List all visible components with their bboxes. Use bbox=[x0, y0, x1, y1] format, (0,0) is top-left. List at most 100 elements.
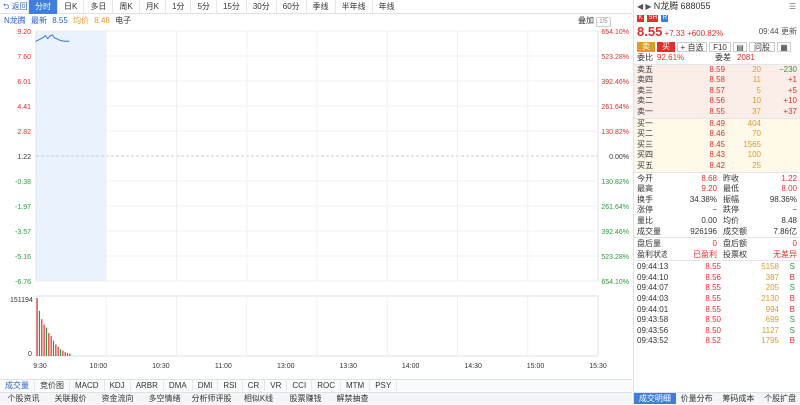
back-arrow-icon: ⮌ bbox=[3, 1, 10, 11]
tab-0[interactable]: 分时 bbox=[28, 0, 57, 14]
indicator-tab-8[interactable]: CR bbox=[243, 380, 266, 391]
buy_orders-row-4[interactable]: 买五 8.42 25 bbox=[634, 161, 800, 172]
sell_orders-price: 8.55 bbox=[709, 106, 725, 116]
overlay-tag: 1/5 bbox=[596, 17, 611, 27]
tab-4[interactable]: 月K bbox=[138, 0, 165, 14]
sell-button[interactable]: 卖 bbox=[637, 41, 655, 52]
left-axis-label-0: 9.20 bbox=[17, 29, 31, 36]
tab-12[interactable]: 年线 bbox=[371, 0, 401, 14]
tab-1[interactable]: 日K bbox=[57, 0, 83, 14]
bottom-tab-5[interactable]: 相似K线 bbox=[235, 393, 282, 404]
indicator-tab-0[interactable]: 成交量 bbox=[0, 380, 35, 391]
left-axis-label-8: -3.57 bbox=[15, 229, 31, 236]
indicator-tab-12[interactable]: MTM bbox=[341, 380, 371, 391]
tick-row-5: 09:43:58 8.50 699 S bbox=[634, 315, 800, 326]
grid-icon[interactable]: ▦ bbox=[777, 41, 791, 52]
price-point-12 bbox=[63, 40, 65, 42]
bottom-tab-4[interactable]: 分析师评股 bbox=[188, 393, 235, 404]
panel-tab-2[interactable]: 筹码成本 bbox=[718, 393, 760, 404]
stock-title: N龙腾 bbox=[653, 1, 679, 11]
after-label-1: 盘后量 bbox=[637, 239, 661, 249]
tab-8[interactable]: 30分 bbox=[245, 0, 276, 14]
indicator-tab-11[interactable]: ROC bbox=[312, 380, 341, 391]
buy_orders-row-2[interactable]: 买三 8.45 1565 bbox=[634, 140, 800, 151]
sell_orders-label: 卖三 bbox=[637, 85, 653, 95]
buy_orders-row-1[interactable]: 买二 8.46 70 bbox=[634, 129, 800, 140]
panel-tab-0[interactable]: 成交明细 bbox=[634, 393, 676, 404]
volume-chart[interactable]: 151194 09:30 10:00 10:30 11:00 13:00 13:30 14:0… bbox=[0, 290, 632, 370]
bottom-tab-6[interactable]: 股票赚钱 bbox=[282, 393, 329, 404]
tab-7[interactable]: 15分 bbox=[215, 0, 246, 14]
stats-value-1: − bbox=[712, 205, 717, 215]
stats-value-1: 0.00 bbox=[701, 215, 717, 225]
sell_orders-row-1[interactable]: 卖四 8.58 11 +1 bbox=[634, 75, 800, 86]
watchlist-button[interactable]: + 自选 bbox=[677, 41, 707, 52]
indicator-tab-2[interactable]: MACD bbox=[70, 380, 105, 391]
tab-3[interactable]: 周K bbox=[112, 0, 138, 14]
indicator-tab-9[interactable]: VR bbox=[265, 380, 288, 391]
tab-5[interactable]: 1分 bbox=[165, 0, 190, 14]
stats-value-2: 98.36% bbox=[769, 194, 797, 204]
after-label-1: 盈利状态 bbox=[637, 249, 667, 259]
buy-button[interactable]: 买 bbox=[657, 41, 675, 52]
indicator-tab-6[interactable]: DMI bbox=[193, 380, 219, 391]
time-label-2: 10:30 bbox=[152, 363, 170, 370]
sell_orders-row-4[interactable]: 卖一 8.55 37 +37 bbox=[634, 107, 800, 118]
next-stock-icon[interactable]: ▶ bbox=[645, 2, 651, 11]
stats-row-1: 最高 9.20 最低 8.00 bbox=[634, 184, 800, 195]
bottom-tab-1[interactable]: 关联报价 bbox=[47, 393, 94, 404]
price-point-4 bbox=[44, 35, 46, 37]
stats-value-2: 7.86亿 bbox=[773, 226, 797, 236]
bottom-tab-7[interactable]: 解禁抽查 bbox=[329, 393, 376, 404]
indicator-tab-7[interactable]: RSI bbox=[218, 380, 243, 391]
volume-bar-13 bbox=[66, 352, 69, 356]
left-axis-label-1: 7.60 bbox=[17, 54, 31, 61]
indicator-tab-10[interactable]: CCI bbox=[287, 380, 313, 391]
tick-time: 09:43:56 bbox=[637, 325, 669, 335]
right-axis-label-0: 654.10% bbox=[601, 29, 629, 36]
tab-2[interactable]: 多日 bbox=[83, 0, 112, 14]
tab-6[interactable]: 5分 bbox=[190, 0, 215, 14]
buy_orders-row-3[interactable]: 买四 8.43 100 bbox=[634, 150, 800, 161]
time-label-6: 14:00 bbox=[402, 363, 420, 370]
indicator-tab-13[interactable]: PSY bbox=[370, 380, 398, 391]
buy_orders-price: 8.49 bbox=[709, 118, 725, 128]
tab-10[interactable]: 季线 bbox=[305, 0, 335, 14]
bottom-tab-2[interactable]: 资金流向 bbox=[94, 393, 141, 404]
sell_orders-row-2[interactable]: 卖三 8.57 5 +5 bbox=[634, 86, 800, 97]
sell_orders-row-3[interactable]: 卖二 8.56 10 +10 bbox=[634, 96, 800, 107]
bottom-tab-0[interactable]: 个股资讯 bbox=[0, 393, 47, 404]
tab-9[interactable]: 60分 bbox=[275, 0, 306, 14]
tick-row-1: 09:44:10 8.56 387 B bbox=[634, 273, 800, 284]
indicator-tab-5[interactable]: DMA bbox=[164, 380, 193, 391]
avg-value: 8.48 bbox=[94, 16, 110, 25]
more-icon[interactable]: ☰ bbox=[789, 0, 796, 13]
indicator-tab-4[interactable]: ARBR bbox=[131, 380, 164, 391]
f10-button[interactable]: F10 bbox=[709, 41, 731, 52]
tick-direction: S bbox=[789, 262, 795, 272]
after-value-1: 已盈利 bbox=[693, 249, 717, 259]
buy_orders-row-0[interactable]: 买一 8.49 404 bbox=[634, 119, 800, 130]
stats-row-3: 涨停 − 跌停 − bbox=[634, 205, 800, 216]
indicator-tab-1[interactable]: 竞价图 bbox=[35, 380, 70, 391]
right-axis-label-10: 654.10% bbox=[601, 279, 629, 285]
panel-tab-1[interactable]: 价量分布 bbox=[676, 393, 718, 404]
buy_orders-chg bbox=[761, 140, 797, 151]
ask-button[interactable]: 问股 bbox=[749, 41, 775, 52]
volume-bar-9 bbox=[57, 346, 59, 356]
prev-stock-icon[interactable]: ◀ bbox=[637, 2, 643, 11]
back-button[interactable]: ⮌ 返回 bbox=[0, 0, 28, 14]
sell_orders-row-0[interactable]: 卖五 8.59 20 −230 bbox=[634, 65, 800, 76]
stats-value-2: 1.22 bbox=[781, 173, 797, 183]
tab-11[interactable]: 半年线 bbox=[334, 0, 372, 14]
price-chart[interactable]: 9.20 7.60 6.01 4.41 2.82 1.22 -0.38 -1.97 -3.57 -… bbox=[0, 27, 632, 285]
tick-row-0: 09:44:13 8.55 5158 S bbox=[634, 262, 800, 273]
panel-tab-3[interactable]: 个股扩盘 bbox=[759, 393, 800, 404]
overlay-control[interactable]: 叠加 1/5 bbox=[578, 15, 611, 27]
indicator-tab-3[interactable]: KDJ bbox=[105, 380, 131, 391]
bottom-tab-3[interactable]: 多空情绪 bbox=[141, 393, 188, 404]
sell_orders-price: 8.57 bbox=[709, 85, 725, 95]
chart-icon[interactable]: ▤ bbox=[733, 41, 747, 52]
stats-row-0: 今开 8.68 昨收 1.22 bbox=[634, 174, 800, 185]
after-value-2: 无差异 bbox=[773, 249, 797, 259]
